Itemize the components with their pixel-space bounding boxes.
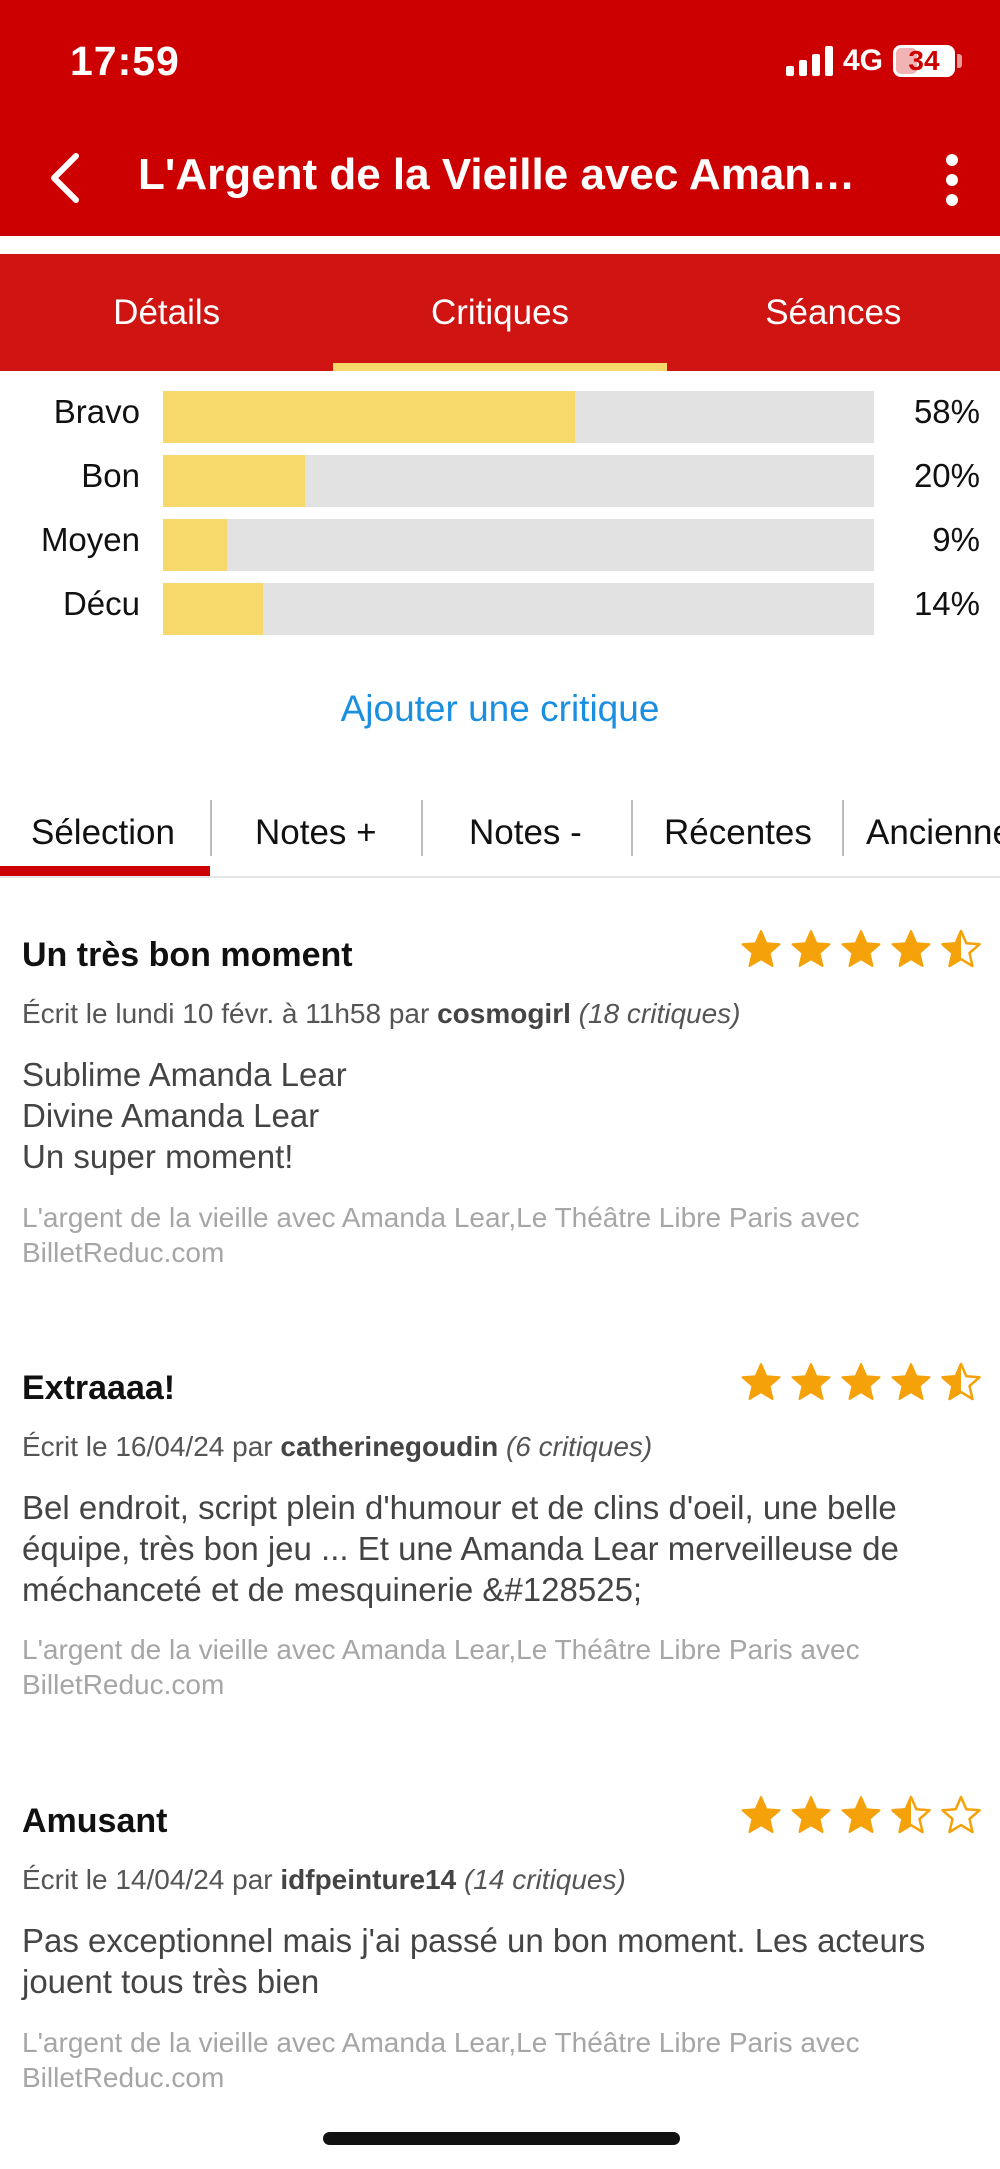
add-review-link[interactable]: Ajouter une critique xyxy=(0,688,1000,730)
sort-tab-recentes[interactable]: Récentes xyxy=(664,790,812,876)
rating-fill xyxy=(163,391,576,443)
review-author-count: (6 critiques) xyxy=(505,1431,653,1462)
star-full-icon xyxy=(841,1363,881,1400)
sort-tab-selection[interactable]: Sélection xyxy=(31,790,175,876)
tab-seances[interactable]: Séances xyxy=(667,254,1000,371)
sort-tab-anciennes[interactable]: Anciennes xyxy=(866,790,1000,876)
star-full-icon xyxy=(891,930,931,967)
rating-percent: 14% xyxy=(913,585,980,622)
battery-icon: 34 xyxy=(893,45,962,77)
sort-separator xyxy=(421,800,423,856)
review-author[interactable]: cosmogirl xyxy=(437,998,571,1029)
star-full-icon xyxy=(741,1796,781,1833)
home-indicator[interactable] xyxy=(323,2132,680,2145)
star-half-icon xyxy=(941,1362,981,1401)
review-date: Écrit le 16/04/24 par xyxy=(22,1431,281,1462)
star-full-icon xyxy=(891,1363,931,1400)
page-title: L'Argent de la Vieille avec Amanda... xyxy=(138,150,868,199)
review-author[interactable]: idfpeinture14 xyxy=(280,1864,456,1895)
rating-label: Décu xyxy=(62,585,140,622)
star-empty-icon xyxy=(941,1795,981,1834)
review-stars xyxy=(740,928,982,970)
review-date: Écrit le 14/04/24 par xyxy=(22,1864,281,1895)
main-tabs: Détails Critiques Séances xyxy=(0,254,1000,371)
rating-bar xyxy=(163,519,874,571)
navigation-bar: L'Argent de la Vieille avec Amanda... xyxy=(0,120,1000,236)
sort-tab-active-indicator xyxy=(0,866,210,876)
review-title: Amusant xyxy=(22,1802,168,1840)
rating-fill xyxy=(163,519,227,571)
review-meta: Écrit le 16/04/24 par catherinegoudin (6… xyxy=(22,1431,652,1463)
review-source: L'argent de la vieille avec Amanda Lear,… xyxy=(22,1202,860,1268)
review-author-count: (18 critiques) xyxy=(578,998,741,1029)
review-body: Bel endroit, script plein d'humour et de… xyxy=(22,1489,899,1608)
star-full-icon xyxy=(841,1796,881,1833)
rating-percent: 58% xyxy=(913,393,980,430)
review-body: Pas exceptionnel mais j'ai passé un bon … xyxy=(22,1922,926,2000)
star-full-icon xyxy=(741,930,781,967)
review-title: Un très bon moment xyxy=(22,936,353,974)
star-half-icon xyxy=(941,929,981,968)
rating-row-decu: Décu 14% xyxy=(0,577,1000,635)
rating-bar xyxy=(163,455,874,507)
review-source: L'argent de la vieille avec Amanda Lear,… xyxy=(22,1634,860,1700)
rating-row-bon: Bon 20% xyxy=(0,449,1000,507)
network-type: 4G xyxy=(842,44,883,77)
more-options-icon[interactable] xyxy=(944,154,960,206)
tab-critiques[interactable]: Critiques xyxy=(333,254,667,371)
signal-icon xyxy=(785,46,833,76)
sort-separator xyxy=(210,800,212,856)
star-full-icon xyxy=(741,1363,781,1400)
status-indicators: 4G 34 xyxy=(785,44,962,78)
review-source: L'argent de la vieille avec Amanda Lear,… xyxy=(22,2027,860,2093)
star-full-icon xyxy=(841,930,881,967)
review-stars xyxy=(740,1794,982,1836)
star-full-icon xyxy=(791,1363,831,1400)
sort-tab-notes-plus[interactable]: Notes + xyxy=(255,790,377,876)
rating-bar xyxy=(163,583,874,635)
rating-label: Bravo xyxy=(53,393,140,430)
sort-separator xyxy=(842,800,844,856)
rating-row-bravo: Bravo 58% xyxy=(0,385,1000,443)
back-icon[interactable] xyxy=(46,150,86,206)
star-full-icon xyxy=(791,1796,831,1833)
header-divider xyxy=(0,236,1000,254)
sort-tabs: Sélection Notes + Notes - Récentes Ancie… xyxy=(0,790,1000,878)
review-meta: Écrit le 14/04/24 par idfpeinture14 (14 … xyxy=(22,1864,626,1896)
tab-details[interactable]: Détails xyxy=(0,254,333,371)
rating-fill xyxy=(163,455,306,507)
rating-label: Bon xyxy=(81,457,140,494)
review-date: Écrit le lundi 10 févr. à 11h58 par xyxy=(22,998,438,1029)
review-meta: Écrit le lundi 10 févr. à 11h58 par cosm… xyxy=(22,998,741,1030)
sort-tab-notes-minus[interactable]: Notes - xyxy=(469,790,582,876)
rating-fill xyxy=(163,583,263,635)
review-body: Sublime Amanda Lear Divine Amanda Lear U… xyxy=(22,1056,347,1175)
rating-bar xyxy=(163,391,874,443)
review-author[interactable]: catherinegoudin xyxy=(280,1431,498,1462)
review-stars xyxy=(740,1361,982,1403)
review-title: Extraaaa! xyxy=(22,1369,176,1407)
star-half-icon xyxy=(891,1795,931,1834)
rating-percent: 20% xyxy=(913,457,980,494)
review-author-count: (14 critiques) xyxy=(463,1864,626,1895)
rating-row-moyen: Moyen 9% xyxy=(0,513,1000,571)
battery-level: 34 xyxy=(908,45,940,76)
status-bar: 17:59 4G 34 xyxy=(0,0,1000,120)
status-time: 17:59 xyxy=(70,38,180,84)
star-full-icon xyxy=(791,930,831,967)
sort-separator xyxy=(631,800,633,856)
rating-percent: 9% xyxy=(932,521,980,558)
rating-label: Moyen xyxy=(40,521,140,558)
